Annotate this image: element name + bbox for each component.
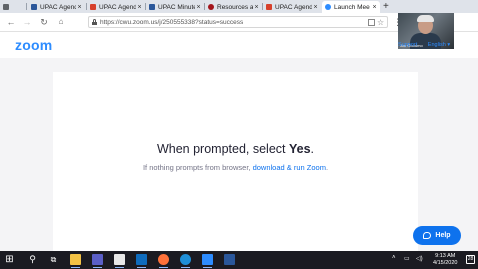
word-doc-icon (31, 4, 37, 10)
back-arrow-icon[interactable]: ← (5, 16, 17, 28)
tab-upac-minutes[interactable]: UPAC Minutes 2 × (146, 1, 204, 13)
close-icon[interactable]: × (136, 4, 143, 11)
edge-icon[interactable] (180, 254, 191, 268)
word-doc-icon (149, 4, 155, 10)
prompt-text: When prompted, select (156, 142, 289, 156)
volume-icon[interactable]: ◁) (416, 255, 423, 262)
url-text: https://cwu.zoom.us/j/250555338?status=s… (100, 19, 244, 26)
tab-title: UPAC Agenda 4 (99, 3, 136, 11)
teams-icon[interactable] (92, 254, 103, 268)
windows-taskbar: ⊞ ⚲ ⧉ ˄ ▭ ◁) 9:13 AM 4/15/2020 28 (0, 251, 478, 269)
task-view-icon[interactable]: ⧉ (48, 254, 59, 265)
clock-time: 9:13 AM (435, 253, 456, 259)
tab-upac-agenda-3[interactable]: UPAC Agenda 4 × (263, 1, 321, 13)
download-hint: If nothing prompts from browser, downloa… (53, 163, 418, 172)
word-icon[interactable] (224, 254, 235, 265)
outlook-icon[interactable] (136, 254, 147, 268)
search-icon[interactable]: ⚲ (27, 254, 38, 265)
favorite-star-icon[interactable]: ☆ (377, 19, 384, 27)
download-run-zoom-link[interactable]: download & run Zoom (253, 163, 326, 172)
prompt-emphasis: Yes (288, 142, 311, 156)
calendar-icon[interactable] (114, 254, 125, 268)
presenter-hair (417, 15, 434, 22)
action-center-icon[interactable]: 28 (466, 255, 475, 264)
launch-prompt: When prompted, select Yes. (53, 142, 418, 156)
tab-icon (3, 4, 9, 10)
tab-partial[interactable] (0, 1, 26, 13)
reload-icon[interactable]: ↻ (38, 16, 50, 28)
help-label: Help (435, 232, 451, 239)
close-icon[interactable]: × (371, 4, 378, 11)
prompt-period: . (310, 142, 315, 156)
support-link[interactable]: Support (398, 42, 417, 48)
site-icon (208, 4, 214, 10)
zoom-app-icon[interactable] (202, 254, 213, 268)
close-icon[interactable]: × (76, 4, 83, 11)
system-clock[interactable]: 9:13 AM 4/15/2020 (433, 253, 457, 267)
network-icon[interactable]: ▭ (404, 255, 410, 262)
close-icon[interactable]: × (253, 4, 260, 11)
forward-arrow-icon[interactable]: → (21, 16, 33, 28)
tab-upac-agenda-1[interactable]: UPAC Agenda 4 × (28, 1, 85, 13)
header-links: Support English ▾ (398, 42, 459, 48)
close-icon[interactable]: × (195, 4, 202, 11)
pdf-icon (90, 4, 96, 10)
new-tab-button[interactable]: + (383, 1, 389, 12)
tab-upac-agenda-2[interactable]: UPAC Agenda 4 × (87, 1, 145, 13)
zoom-logo[interactable]: zoom (15, 37, 52, 53)
tab-resources[interactable]: Resources and R × (205, 1, 262, 13)
address-bar[interactable]: https://cwu.zoom.us/j/250555338?status=s… (88, 16, 388, 28)
hint-text: If nothing prompts from browser, (142, 163, 253, 172)
file-explorer-icon[interactable] (70, 254, 81, 268)
tab-title: Resources and R (217, 3, 253, 11)
pdf-icon (266, 4, 272, 10)
help-button[interactable]: Help (413, 226, 461, 245)
tab-title: UPAC Minutes 2 (158, 3, 195, 11)
tab-title: UPAC Agenda 4 (275, 3, 312, 11)
close-icon[interactable]: × (312, 4, 319, 11)
browser-tab-strip: UPAC Agenda 4 × UPAC Agenda 4 × UPAC Min… (0, 0, 478, 13)
lock-icon (92, 19, 97, 25)
firefox-icon[interactable] (158, 254, 169, 268)
home-icon[interactable]: ⌂ (55, 16, 67, 28)
tab-title: Launch Mee (334, 3, 370, 11)
chat-bubble-icon (423, 232, 432, 239)
zoom-icon (325, 4, 331, 10)
hint-period: . (325, 163, 329, 172)
launch-card: When prompted, select Yes. If nothing pr… (53, 72, 418, 251)
reading-view-icon[interactable] (368, 19, 375, 26)
windows-start-icon[interactable]: ⊞ (4, 254, 15, 265)
language-selector[interactable]: English ▾ (428, 42, 450, 48)
tab-title: UPAC Agenda 4 (40, 3, 76, 11)
tab-launch-meeting[interactable]: Launch Mee × (322, 1, 380, 13)
clock-date: 4/15/2020 (433, 260, 458, 266)
chevron-up-icon[interactable]: ˄ (392, 255, 396, 261)
